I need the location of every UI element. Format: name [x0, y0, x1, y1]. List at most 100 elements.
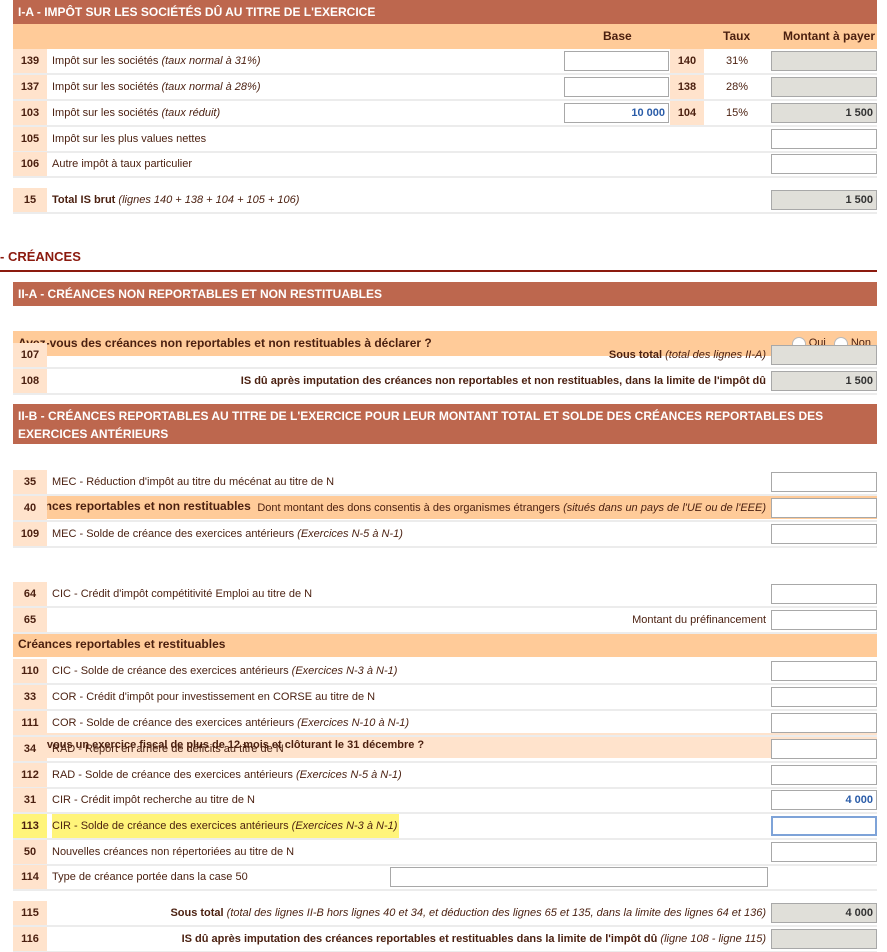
section-iib-title-line1: II-B - CRÉANCES REPORTABLES AU TITRE DE … [18, 409, 824, 423]
table-row-116: 116 IS dû après imputation des créances … [13, 927, 877, 952]
row-code: 35 [13, 470, 47, 494]
row-code: 137 [13, 75, 47, 99]
table-row-50: 50 Nouvelles créances non répertoriées a… [13, 840, 877, 866]
row-code: 64 [13, 582, 47, 606]
amount-input-40[interactable] [771, 498, 877, 518]
row-label: MEC - Solde de créance des exercices ant… [52, 528, 403, 540]
is-du-apres-iib-field [771, 929, 877, 949]
amount-input-33[interactable] [771, 687, 877, 707]
row-code: 108 [13, 369, 47, 393]
row-code: 111 [13, 711, 47, 735]
row-label: IS dû après imputation des créances repo… [181, 933, 766, 945]
row-code: 103 [13, 101, 47, 125]
column-header-montant: Montant à payer [783, 29, 876, 43]
row-code: 50 [13, 840, 47, 864]
amount-input-35[interactable] [771, 472, 877, 492]
table-row-33: 33 COR - Crédit d'impôt pour investissem… [13, 685, 877, 711]
row-label: RAD - Solde de créance des exercices ant… [52, 769, 402, 781]
table-row-108: 108 IS dû après imputation des créances … [13, 369, 877, 395]
row-code-104: 104 [670, 101, 704, 125]
row-code: 114 [13, 865, 47, 889]
amount-input-64[interactable] [771, 584, 877, 604]
row-label: CIR - Solde de créance des exercices ant… [52, 814, 400, 838]
table-row-137: 137 Impôt sur les sociétés (taux normal … [13, 75, 877, 101]
table-row-114: 114 Type de créance portée dans la case … [13, 865, 877, 891]
row-label: Sous total (total des lignes II-A) [608, 349, 766, 361]
row-code: 34 [13, 737, 47, 761]
is-du-apres-iia-field: 1 500 [771, 371, 877, 391]
amount-input-65[interactable] [771, 610, 877, 630]
row-code: 109 [13, 522, 47, 546]
row-label: COR - Crédit d'impôt pour investissement… [52, 691, 376, 703]
amount-input-50[interactable] [771, 842, 877, 862]
row-label: MEC - Réduction d'impôt au titre du mécé… [52, 476, 335, 488]
table-row-111: 111 COR - Solde de créance des exercices… [13, 711, 877, 737]
row-label: IS dû après imputation des créances non … [240, 375, 766, 387]
group-header-restituables: Créances reportables et restituables [13, 632, 877, 657]
amount-input-106[interactable] [771, 154, 877, 174]
section-ia-header: I-A - IMPÔT SUR LES SOCIÉTÉS DÛ AU TITRE… [13, 0, 877, 24]
base-input-103[interactable]: 10 000 [564, 103, 669, 123]
creances-section-title: - CRÉANCES [0, 249, 81, 264]
table-row-103: 103 Impôt sur les sociétés (taux réduit)… [13, 101, 877, 127]
row-label: CIC - Solde de créance des exercices ant… [52, 665, 398, 677]
table-row-110: 110 CIC - Solde de créance des exercices… [13, 659, 877, 685]
row-code-138: 138 [670, 75, 704, 99]
table-row-105: 105 Impôt sur les plus values nettes [13, 127, 877, 153]
section-iib-header: II-B - CRÉANCES REPORTABLES AU TITRE DE … [13, 404, 877, 444]
table-row-35: 35 MEC - Réduction d'impôt au titre du m… [13, 470, 877, 496]
amount-input-34[interactable] [771, 739, 877, 759]
table-row-109: 109 MEC - Solde de créance des exercices… [13, 522, 877, 548]
row-code: 115 [13, 901, 47, 925]
amount-input-105[interactable] [771, 129, 877, 149]
table-row-113: 113 CIR - Solde de créance des exercices… [13, 814, 877, 840]
table-row-40: 40 Dont montant des dons consentis à des… [13, 496, 877, 522]
row-label: Dont montant des dons consentis à des or… [257, 502, 766, 514]
section-ia-column-headers: Base Taux Montant à payer [13, 24, 877, 49]
amount-input-110[interactable] [771, 661, 877, 681]
rate-value: 15% [725, 107, 749, 119]
total-is-brut-field: 1 500 [771, 190, 877, 210]
row-code: 65 [13, 608, 47, 632]
section-divider [0, 270, 877, 272]
section-iia-title: II-A - CRÉANCES NON REPORTABLES ET NON R… [18, 287, 383, 301]
section-ia-title: I-A - IMPÔT SUR LES SOCIÉTÉS DÛ AU TITRE… [18, 5, 376, 19]
row-label: CIC - Crédit d'impôt compétitivité Emplo… [52, 588, 313, 600]
table-row-107: 107 Sous total (total des lignes II-A) [13, 343, 877, 369]
row-code: 31 [13, 788, 47, 812]
amount-field-138 [771, 77, 877, 97]
amount-field-104: 1 500 [771, 103, 877, 123]
base-input-139[interactable] [564, 51, 669, 71]
amount-input-113[interactable] [771, 816, 877, 836]
amount-input-112[interactable] [771, 765, 877, 785]
amount-input-31[interactable]: 4 000 [771, 790, 877, 810]
row-label: Type de créance portée dans la case 50 [52, 871, 248, 883]
row-label: Total IS brut (lignes 140 + 138 + 104 + … [52, 194, 300, 206]
row-label: Montant du préfinancement [632, 614, 766, 626]
amount-input-109[interactable] [771, 524, 877, 544]
base-input-137[interactable] [564, 77, 669, 97]
table-row-115: 115 Sous total (total des lignes II-B ho… [13, 901, 877, 927]
row-label: RAD - Report en arrière de déficits au t… [52, 743, 284, 755]
row-code: 106 [13, 152, 47, 176]
row-label: COR - Solde de créance des exercices ant… [52, 717, 410, 729]
section-iia-header: II-A - CRÉANCES NON REPORTABLES ET NON R… [13, 282, 877, 306]
amount-input-111[interactable] [771, 713, 877, 733]
row-code: 15 [13, 188, 47, 212]
type-creance-input[interactable] [390, 867, 768, 887]
table-row-31: 31 CIR - Crédit impôt recherche au titre… [13, 788, 877, 814]
row-code: 40 [13, 496, 47, 520]
column-header-taux: Taux [723, 29, 751, 43]
row-code-140: 140 [670, 49, 704, 73]
row-code: 33 [13, 685, 47, 709]
rate-value: 28% [725, 81, 749, 93]
table-row-106: 106 Autre impôt à taux particulier [13, 152, 877, 178]
row-code: 110 [13, 659, 47, 683]
row-label: Sous total (total des lignes II-B hors l… [170, 907, 766, 919]
rate-value: 31% [725, 55, 749, 67]
row-code: 105 [13, 127, 47, 151]
row-code: 139 [13, 49, 47, 73]
column-header-base: Base [603, 29, 632, 43]
table-row-34: 34 RAD - Report en arrière de déficits a… [13, 737, 877, 763]
row-label: Impôt sur les plus values nettes [52, 133, 207, 145]
